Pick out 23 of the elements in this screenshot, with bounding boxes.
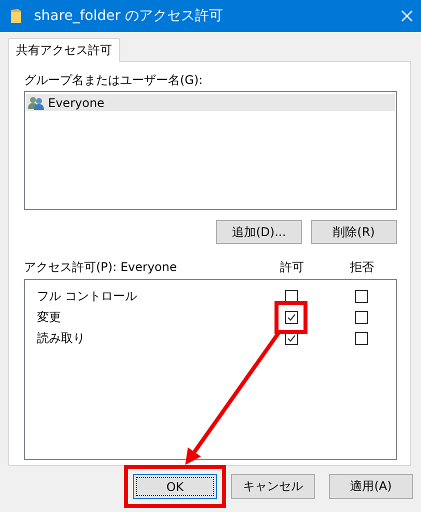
dialog-button[interactable]: 適用(A) (329, 474, 413, 499)
column-header: 許可 (280, 259, 304, 275)
user-name: Everyone (48, 96, 104, 110)
checkbox[interactable] (354, 311, 368, 324)
list-item[interactable]: Everyone (26, 94, 395, 111)
folder-icon (10, 8, 22, 24)
checkbox[interactable] (284, 311, 298, 324)
close-icon[interactable] (401, 10, 413, 22)
permission-name: 読み取り (37, 330, 85, 347)
dialog-button[interactable]: 追加(D)... (216, 220, 302, 244)
window-title: share_folder のアクセス許可 (34, 7, 224, 25)
permission-name: フル コントロール (37, 288, 137, 305)
dialog-button[interactable]: キャンセル (231, 474, 315, 499)
permission-name: 変更 (37, 309, 61, 326)
checkbox[interactable] (354, 290, 368, 303)
checkbox[interactable] (354, 332, 368, 345)
list-label: グループ名またはユーザー名(G): (24, 72, 203, 88)
tab[interactable]: 共有アクセス許可 (8, 38, 120, 62)
column-header: 拒否 (350, 259, 374, 275)
dialog-button[interactable]: 削除(R) (311, 220, 397, 244)
users-icon (28, 96, 44, 110)
permissions-label: アクセス許可(P): Everyone (24, 259, 178, 275)
dialog-button[interactable]: OK (133, 474, 217, 499)
